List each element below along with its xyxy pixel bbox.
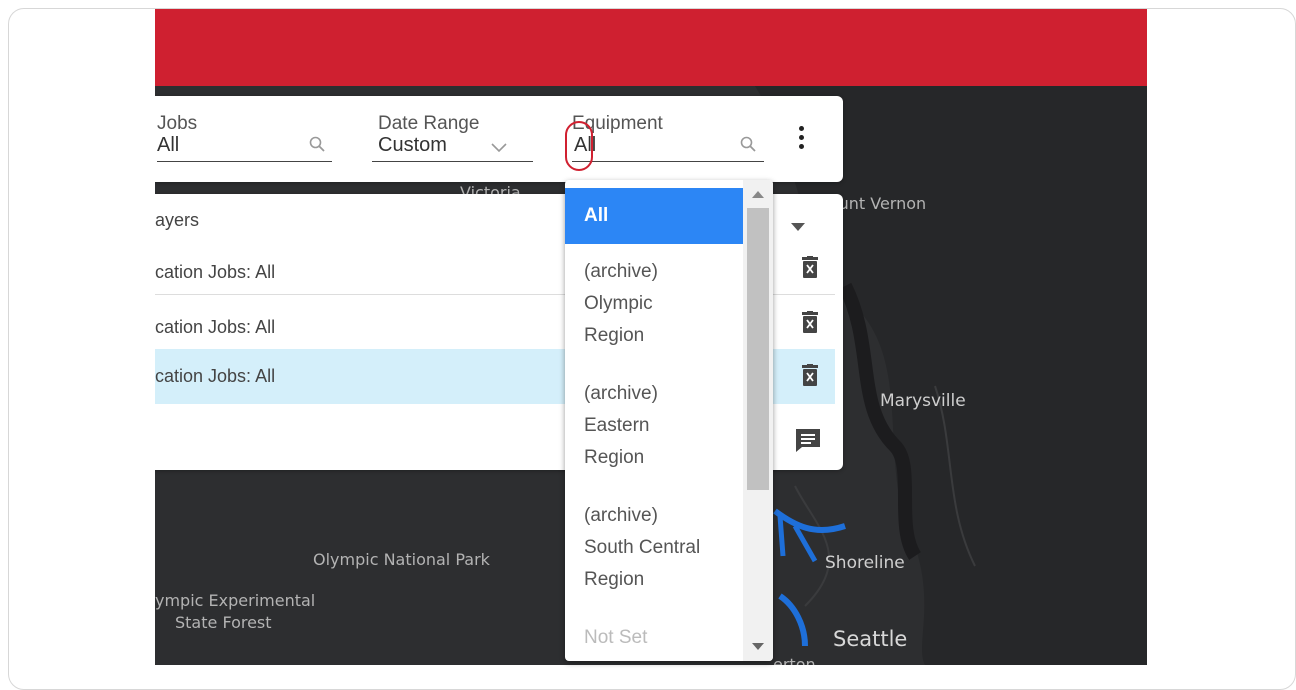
map-label-olympic-park: Olympic National Park [313, 550, 490, 569]
trash-icon[interactable] [802, 256, 818, 278]
map-label-shoreline: Shoreline [825, 553, 905, 573]
map-label-olympic-forest: ympic Experimental [155, 591, 316, 610]
search-icon[interactable] [309, 136, 325, 156]
date-range-filter[interactable]: Date Range Custom [372, 113, 533, 162]
trash-icon[interactable] [802, 311, 818, 333]
date-range-value: Custom [378, 134, 447, 156]
layer-row-label: cation Jobs: All [155, 366, 276, 386]
filter-bar: Jobs All Date Range Custom Equipment All [155, 96, 843, 182]
option-line: (archive) [584, 383, 658, 404]
option-line: Region [584, 325, 645, 346]
option-line: Region [584, 569, 645, 590]
map-label-marysville: Marysville [880, 391, 966, 411]
route-line [773, 508, 846, 533]
date-range-label: Date Range [378, 113, 480, 134]
map-label-state-forest: State Forest [175, 613, 272, 632]
date-range-underline [372, 161, 533, 162]
dropdown-option-olympic[interactable]: (archive) Olympic Region [565, 256, 743, 352]
jobs-filter-value: All [157, 134, 180, 156]
option-line: Eastern [584, 415, 650, 436]
jobs-filter-label: Jobs [157, 113, 198, 134]
equipment-filter-value[interactable]: All [572, 134, 764, 156]
caret-down-icon[interactable] [791, 216, 805, 235]
option-line: (archive) [584, 505, 658, 526]
dropdown-option-all[interactable]: All [565, 188, 743, 244]
equipment-filter[interactable]: Equipment All [572, 113, 764, 162]
jobs-filter-underline [157, 161, 332, 162]
dropdown-option-south-central[interactable]: (archive) South Central Region [565, 500, 743, 596]
map-label-bremerton: erton [773, 655, 816, 665]
scroll-up-icon[interactable] [752, 191, 764, 198]
option-line: Region [584, 447, 645, 468]
kebab-menu-icon[interactable] [795, 126, 807, 154]
map-label-seattle: Seattle [833, 627, 908, 651]
option-line: South Central [584, 537, 701, 558]
scrollbar-thumb[interactable] [747, 208, 769, 490]
app-header-bar [155, 9, 1147, 86]
layer-row-label: cation Jobs: All [155, 317, 276, 337]
option-line: (archive) [584, 261, 658, 282]
equipment-dropdown[interactable]: All (archive) Olympic Region (archive) E… [565, 180, 773, 661]
equipment-filter-label: Equipment [572, 113, 663, 134]
scroll-down-icon[interactable] [752, 643, 764, 650]
jobs-filter[interactable]: Jobs All [157, 113, 332, 162]
layer-row-label: cation Jobs: All [155, 262, 276, 282]
dropdown-option-eastern[interactable]: (archive) Eastern Region [565, 378, 743, 474]
route-line [778, 593, 808, 647]
click-indicator [565, 121, 593, 171]
trash-icon[interactable] [802, 364, 818, 386]
equipment-filter-underline [572, 161, 764, 162]
option-line: Olympic [584, 293, 653, 314]
comment-icon[interactable] [794, 427, 822, 457]
search-icon[interactable] [740, 136, 756, 156]
chevron-down-icon[interactable] [490, 140, 508, 158]
dropdown-option-not-set[interactable]: Not Set [565, 622, 743, 654]
